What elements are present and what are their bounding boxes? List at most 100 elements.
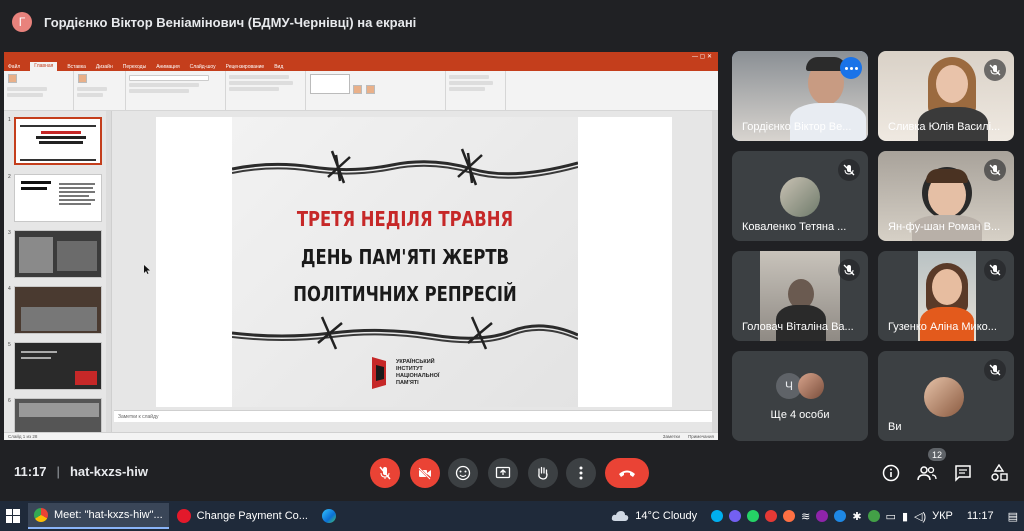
self-tile[interactable]: Ви [878, 351, 1014, 441]
participant-tile[interactable]: Коваленко Тетяна ... [732, 151, 868, 241]
meeting-details-button[interactable] [880, 462, 902, 484]
more-options-button[interactable] [840, 57, 862, 79]
thumbnail-number: 3 [8, 230, 11, 236]
viber-icon[interactable] [729, 510, 742, 522]
styles-icon [365, 85, 375, 94]
windows-taskbar: Meet: "hat-kxzs-hiw"... Change Payment C… [0, 501, 1024, 531]
whatsapp-icon[interactable] [747, 510, 760, 522]
participant-name: Коваленко Тетяна ... [742, 221, 847, 233]
ribbon-tab-animation: Анимация [156, 63, 180, 70]
ribbon-tab-review: Рецензирование [225, 63, 265, 70]
meeting-time: 11:17 [14, 464, 47, 479]
reactions-button[interactable] [448, 458, 478, 488]
app-tray-icon[interactable] [783, 510, 796, 522]
info-icon [882, 464, 900, 482]
opera-icon [176, 509, 191, 523]
thumbnail-row[interactable]: 2 [6, 172, 110, 224]
system-tray: 14°C Cloudy ≋ ✱ ▭ ▮ ◁) УКР 11:17 ▤ [611, 501, 1018, 531]
status-notes[interactable]: Заметки [663, 434, 680, 439]
participant-tile[interactable]: Ян-фу-шан Роман В... [878, 151, 1014, 241]
notification-icon[interactable]: ▤ [1008, 510, 1018, 523]
arrange-icon [353, 85, 363, 94]
window-controls-icon: — ▢ ✕ [691, 54, 712, 60]
ribbon-group-paragraph [226, 71, 306, 110]
participant-tile[interactable]: Головач Віталіна Ва... [732, 251, 868, 341]
thumbnail-row[interactable]: 1 [6, 115, 110, 167]
activities-icon [991, 464, 1008, 481]
cloud-icon [612, 511, 629, 521]
slide-thumbnail[interactable] [14, 117, 102, 165]
more-participants-label: Ще 4 особи [770, 409, 830, 421]
microphone-toggle-button[interactable] [370, 458, 400, 488]
taskbar-clock[interactable]: 11:17 [967, 510, 994, 522]
taskbar-item-edge[interactable] [316, 503, 342, 529]
slide-thumbnail[interactable] [14, 286, 102, 334]
more-options-button[interactable] [566, 458, 596, 488]
camera-toggle-button[interactable] [410, 458, 440, 488]
taskbar-item-label: Meet: "hat-kxzs-hiw"... [54, 509, 163, 521]
thumbnail-row[interactable]: 5 [6, 340, 110, 392]
mic-off-icon [379, 466, 391, 480]
presenter-bar: Г Гордієнко Віктор Веніамінович (БДМУ-Че… [0, 0, 1024, 44]
thumbnail-row[interactable]: 3 [6, 228, 110, 280]
present-screen-button[interactable] [488, 458, 518, 488]
participant-name: Гузенко Аліна Мико... [888, 321, 997, 333]
ribbon-tab-view: Вид [274, 63, 284, 70]
mouse-cursor-icon [144, 265, 150, 274]
network-icon[interactable]: ▭ [886, 510, 896, 523]
camera-off-icon [418, 467, 431, 480]
edge-icon [321, 509, 336, 523]
slide-scrollbar[interactable] [712, 111, 718, 432]
current-slide[interactable]: ТРЕТЯ НЕДІЛЯ ТРАВНЯ ДЕНЬ ПАМ'ЯТІ ЖЕРТВ П… [232, 117, 578, 407]
raise-hand-button[interactable] [528, 458, 558, 488]
app-tray-icon[interactable] [867, 510, 880, 522]
participant-tile[interactable]: Гузенко Аліна Мико... [878, 251, 1014, 341]
skype-icon[interactable] [711, 510, 724, 522]
leave-call-button[interactable] [605, 458, 649, 488]
thumbnail-number: 6 [8, 398, 11, 404]
bluetooth-icon[interactable]: ✱ [852, 510, 861, 523]
participants-button[interactable] [916, 462, 938, 484]
participant-tile[interactable]: Гордієнко Віктор Ве... [732, 51, 868, 141]
presenter-avatar: Г [12, 12, 32, 32]
slide-thumbnail[interactable] [14, 174, 102, 222]
taskbar-item-payment[interactable]: Change Payment Co... [171, 503, 314, 529]
windows-logo-icon [6, 509, 20, 523]
thumbnail-row[interactable]: 4 [6, 284, 110, 336]
participant-name: Гордієнко Віктор Ве... [742, 121, 852, 133]
ribbon-group-slides [74, 71, 126, 110]
ribbon-tab-file: Файл [8, 63, 21, 70]
start-button[interactable] [0, 501, 26, 531]
emoji-icon [455, 465, 471, 481]
wifi-icon[interactable]: ≋ [801, 510, 810, 523]
app-tray-icon[interactable] [816, 510, 829, 522]
ribbon-group-drawing [306, 71, 446, 110]
activities-button[interactable] [988, 462, 1010, 484]
people-icon [917, 466, 937, 481]
battery-icon[interactable]: ▮ [902, 510, 908, 523]
app-tray-icon[interactable] [834, 510, 847, 522]
status-comments[interactable]: Примечания [688, 434, 714, 439]
language-indicator[interactable]: УКР [932, 510, 953, 522]
chat-button[interactable] [952, 462, 974, 484]
slide-notes[interactable]: Заметки к слайду [114, 410, 712, 422]
participant-tile[interactable]: Сливка Юлія Василі... [878, 51, 1014, 141]
slide-heading-line-1: ДЕНЬ ПАМ'ЯТІ ЖЕРТВ [300, 245, 510, 269]
shared-screen[interactable]: — ▢ ✕ Файл Главная Вставка Дизайн Перехо… [4, 52, 718, 440]
thumbnails-scrollbar[interactable] [106, 111, 111, 432]
more-vertical-icon [579, 466, 583, 480]
weather-text[interactable]: 14°C Cloudy [635, 510, 697, 522]
speaker-icon[interactable]: ◁) [914, 510, 926, 523]
present-icon [495, 466, 511, 479]
slide-thumbnail[interactable] [14, 230, 102, 278]
slide-thumbnails: 1 2 3 4 5 6 [4, 111, 112, 440]
mic-off-icon [984, 359, 1006, 381]
taskbar-item-meet[interactable]: Meet: "hat-kxzs-hiw"... [28, 503, 169, 529]
new-slide-icon [78, 74, 87, 83]
institute-name: УКРАЇНСЬКИЙ ІНСТИТУТ НАЦІОНАЛЬНОЇ ПАМ'ЯТ… [396, 359, 456, 387]
institute-line: УКРАЇНСЬКИЙ [396, 359, 435, 365]
app-tray-icon[interactable] [765, 510, 778, 522]
slide-thumbnail[interactable] [14, 342, 102, 390]
more-participants-tile[interactable]: Ч Ще 4 особи [732, 351, 868, 441]
slide-editing-area: ТРЕТЯ НЕДІЛЯ ТРАВНЯ ДЕНЬ ПАМ'ЯТІ ЖЕРТВ П… [114, 111, 718, 432]
